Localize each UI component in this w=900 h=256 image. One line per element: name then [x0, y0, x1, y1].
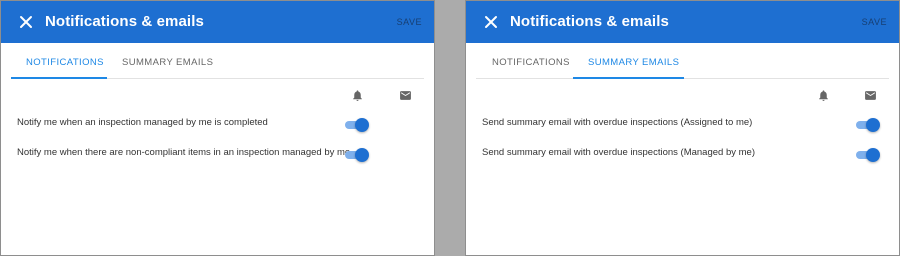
- summary-email-toggle[interactable]: [856, 118, 880, 132]
- notification-toggle[interactable]: [345, 118, 369, 132]
- summary-email-row-label: Send summary email with overdue inspecti…: [482, 147, 755, 158]
- toggle-thumb: [355, 148, 369, 162]
- notification-row-label: Notify me when an inspection managed by …: [17, 117, 268, 128]
- dialog-title: Notifications & emails: [510, 13, 669, 30]
- tab-summary-emails[interactable]: SUMMARY EMAILS: [588, 57, 679, 68]
- tab-notifications[interactable]: NOTIFICATIONS: [26, 57, 104, 68]
- save-button[interactable]: SAVE: [862, 17, 887, 27]
- active-tab-indicator: [11, 77, 107, 79]
- notifications-dialog-left: Notifications & emails SAVE NOTIFICATION…: [0, 0, 435, 256]
- notifications-dialog-right: Notifications & emails SAVE NOTIFICATION…: [465, 0, 900, 256]
- mail-icon: [400, 91, 411, 100]
- close-icon[interactable]: [484, 15, 498, 29]
- close-icon[interactable]: [19, 15, 33, 29]
- tab-bar: NOTIFICATIONS SUMMARY EMAILS: [11, 43, 424, 79]
- save-button[interactable]: SAVE: [397, 17, 422, 27]
- tab-summary-emails[interactable]: SUMMARY EMAILS: [122, 57, 213, 68]
- toggle-thumb: [866, 148, 880, 162]
- bell-icon: [819, 90, 828, 101]
- notification-toggle[interactable]: [345, 148, 369, 162]
- dialog-title: Notifications & emails: [45, 13, 204, 30]
- toggle-thumb: [866, 118, 880, 132]
- active-tab-indicator: [573, 77, 684, 79]
- tab-notifications[interactable]: NOTIFICATIONS: [492, 57, 570, 68]
- dialog-header: Notifications & emails SAVE: [466, 1, 899, 43]
- notification-row-label: Notify me when there are non-compliant i…: [17, 147, 351, 158]
- toggle-thumb: [355, 118, 369, 132]
- dialog-header: Notifications & emails SAVE: [1, 1, 434, 43]
- bell-icon: [353, 90, 362, 101]
- summary-email-row-label: Send summary email with overdue inspecti…: [482, 117, 753, 128]
- summary-email-toggle[interactable]: [856, 148, 880, 162]
- mail-icon: [865, 91, 876, 100]
- tab-bar: NOTIFICATIONS SUMMARY EMAILS: [476, 43, 889, 79]
